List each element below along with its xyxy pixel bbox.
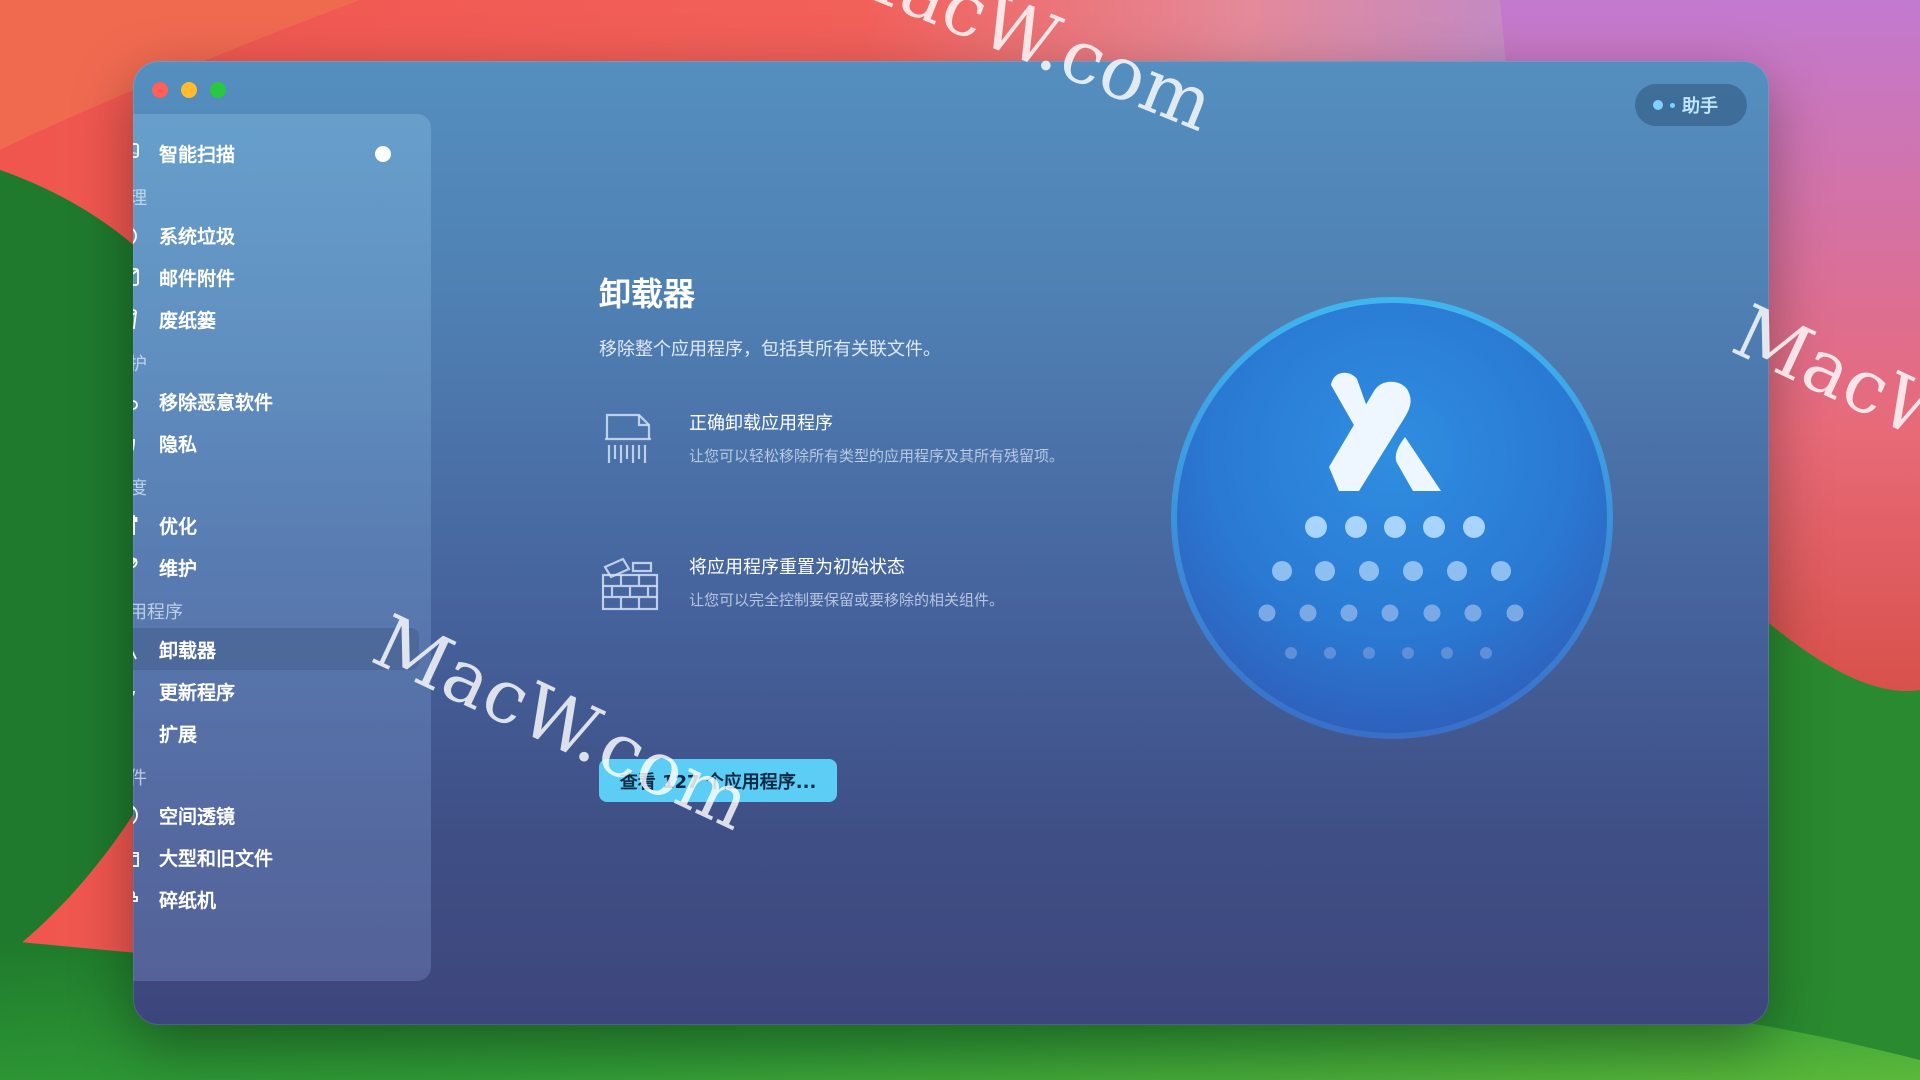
sidebar-item-label: 大型和旧文件 <box>159 847 274 870</box>
trash-bin-icon <box>133 221 141 249</box>
sliders-icon <box>133 511 141 539</box>
puzzle-icon <box>133 719 141 747</box>
sidebar-item-label: 碎纸机 <box>159 889 217 912</box>
sidebar-item-label: 空间透镜 <box>159 805 236 828</box>
section-title-files: 文件 <box>133 768 147 789</box>
scan-status-indicator <box>375 146 391 162</box>
page-title: 卸载器 <box>599 275 696 313</box>
sidebar-item-mail-attachments[interactable]: 邮件附件 <box>133 256 431 298</box>
main-content: 卸载器 移除整个应用程序，包括其所有关联文件。 正确卸载应用程序 让您可以轻松移… <box>599 269 1159 802</box>
sidebar-item-label: 扩展 <box>159 723 198 746</box>
sidebar-item-trash-bins[interactable]: 废纸篓 <box>133 298 431 340</box>
sidebar-item-large-old-files[interactable]: 大型和旧文件 <box>133 836 431 878</box>
sidebar-item-malware-removal[interactable]: 移除恶意软件 <box>133 380 431 422</box>
sidebar-item-label: 邮件附件 <box>159 267 236 290</box>
sidebar-item-updater[interactable]: 更新程序 <box>133 670 431 712</box>
sidebar-item-label: 系统垃圾 <box>159 225 236 248</box>
sidebar-item-optimization[interactable]: 优化 <box>133 504 431 546</box>
sidebar-item-label: 移除恶意软件 <box>159 391 274 414</box>
update-icon <box>133 677 141 705</box>
mail-icon <box>133 263 141 291</box>
display-icon <box>133 139 141 167</box>
sidebar-item-maintenance[interactable]: 维护 <box>133 546 431 588</box>
sidebar-item-label: 智能扫描 <box>159 143 236 166</box>
view-applications-button[interactable]: 查看 127 个应用程序... <box>599 759 837 802</box>
minimize-button[interactable] <box>181 82 197 98</box>
window-controls <box>152 82 226 98</box>
page-subtitle: 移除整个应用程序，包括其所有关联文件。 <box>599 339 941 360</box>
lens-icon <box>133 801 141 829</box>
bucket-icon <box>133 305 141 333</box>
sidebar-item-privacy[interactable]: 隐私 <box>133 422 431 464</box>
sidebar-item-shredder[interactable]: 碎纸机 <box>133 878 431 920</box>
section-title-protection: 保护 <box>133 354 147 375</box>
maximize-button[interactable] <box>210 82 226 98</box>
close-button[interactable] <box>152 82 168 98</box>
sidebar-item-label: 隐私 <box>159 433 198 456</box>
assistant-button[interactable]: 助手 <box>1635 84 1747 126</box>
biohazard-icon <box>133 387 141 415</box>
section-title-cleanup: 清理 <box>133 188 147 209</box>
sidebar-item-space-lens[interactable]: 空间透镜 <box>133 794 431 836</box>
feature-description: 让您可以轻松移除所有类型的应用程序及其所有残留项。 <box>689 447 1065 465</box>
section-title-speed: 速度 <box>133 478 147 499</box>
assistant-label: 助手 <box>1682 96 1718 117</box>
sidebar-item-uninstaller[interactable]: 卸载器 <box>133 628 431 670</box>
sidebar: 智能扫描 清理 系统垃圾 邮件附件 废纸篓 保护 移除 <box>133 114 431 981</box>
assistant-dot-icon <box>1653 100 1663 110</box>
shredded-document-icon <box>599 409 659 469</box>
feature-heading: 将应用程序重置为初始状态 <box>689 557 905 578</box>
feature-description: 让您可以完全控制要保留或要移除的相关组件。 <box>689 591 1005 609</box>
shredder-icon <box>133 885 141 913</box>
sidebar-item-label: 卸载器 <box>159 639 217 662</box>
uninstaller-hero-icon <box>1169 295 1615 741</box>
folder-icon <box>133 843 141 871</box>
sidebar-item-smart-scan[interactable]: 智能扫描 <box>133 132 431 174</box>
sidebar-item-label: 更新程序 <box>159 681 236 704</box>
sidebar-item-label: 维护 <box>159 557 198 580</box>
app-window: 助手 智能扫描 清理 系统垃圾 邮件附件 废纸篓 <box>133 61 1769 1025</box>
sidebar-item-system-junk[interactable]: 系统垃圾 <box>133 214 431 256</box>
feature-heading: 正确卸载应用程序 <box>689 413 833 434</box>
sidebar-item-label: 优化 <box>159 515 198 538</box>
sidebar-item-extensions[interactable]: 扩展 <box>133 712 431 754</box>
uninstaller-icon <box>133 635 141 663</box>
section-title-applications: 应用程序 <box>133 602 183 623</box>
sidebar-item-label: 废纸篓 <box>159 309 217 332</box>
hand-icon <box>133 429 141 457</box>
assistant-small-dot-icon <box>1670 102 1675 108</box>
wrench-icon <box>133 553 141 581</box>
brick-wall-icon <box>599 553 659 613</box>
